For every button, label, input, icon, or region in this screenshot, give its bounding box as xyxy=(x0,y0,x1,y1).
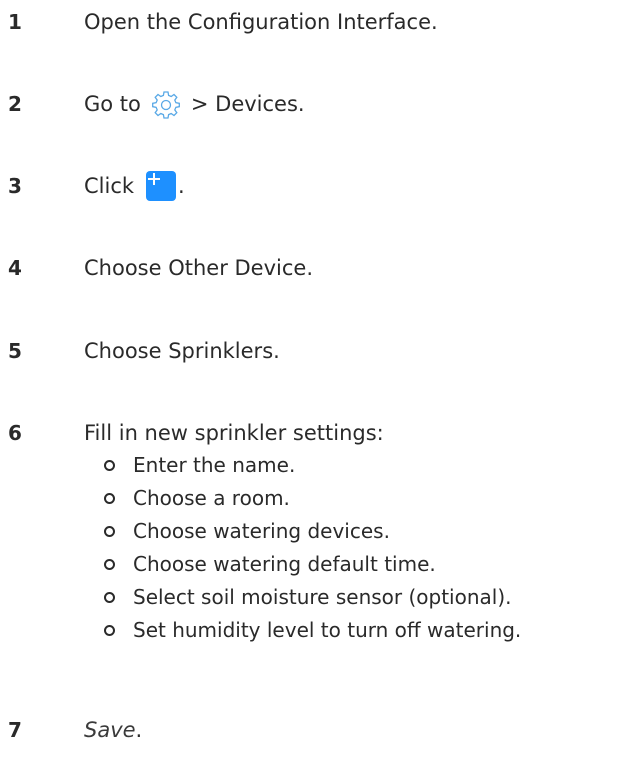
step-label-after: > Devices. xyxy=(190,92,305,116)
step-number: 1 xyxy=(8,10,22,34)
step-text: Fill in new sprinkler settings: xyxy=(84,415,384,451)
step-text: Save . xyxy=(84,712,142,748)
step-number: 7 xyxy=(8,718,22,742)
bullet-icon xyxy=(104,460,115,471)
list-item: Enter the name. xyxy=(0,450,639,480)
step-label-before: Click xyxy=(84,174,135,198)
substep-text: Choose a room. xyxy=(133,486,290,510)
bullet-icon xyxy=(104,625,115,636)
step-label-after: . xyxy=(178,174,185,198)
step-label: Choose Other Device. xyxy=(84,256,314,280)
step-number: 6 xyxy=(8,421,22,445)
step-number: 5 xyxy=(8,339,22,363)
save-label: Save xyxy=(84,718,136,742)
bullet-icon xyxy=(104,493,115,504)
step-2: 2 Go to > Devices. xyxy=(0,86,639,122)
gear-icon[interactable] xyxy=(151,89,181,119)
step-text: Choose Sprinklers. xyxy=(84,333,280,369)
plus-icon xyxy=(148,173,161,185)
step-number: 3 xyxy=(8,174,22,198)
step-text: Choose Other Device. xyxy=(84,250,313,286)
add-button[interactable] xyxy=(146,171,177,201)
list-item: Choose a room. xyxy=(0,483,639,513)
step-3: 3 Click . xyxy=(0,168,639,204)
list-item: Select soil moisture sensor (optional). xyxy=(0,582,639,612)
step-4: 4 Choose Other Device. xyxy=(0,250,639,286)
step-number: 4 xyxy=(8,256,22,280)
step-label: Choose Sprinklers. xyxy=(84,339,280,363)
step-label: Open the Configuration Interface. xyxy=(84,10,438,34)
bullet-icon xyxy=(104,592,115,603)
bullet-icon xyxy=(104,559,115,570)
substep-text: Set humidity level to turn off watering. xyxy=(133,618,522,642)
substep-text: Choose watering devices. xyxy=(133,519,390,543)
step-label-before: Go to xyxy=(84,92,141,116)
step-text: Open the Configuration Interface. xyxy=(84,4,438,40)
step-text: Go to > Devices. xyxy=(84,86,305,122)
instruction-steps: 1 Open the Configuration Interface. 2 Go… xyxy=(0,0,639,768)
list-item: Set humidity level to turn off watering. xyxy=(0,615,639,645)
step-text: Click . xyxy=(84,168,185,204)
bullet-icon xyxy=(104,526,115,537)
step-number: 2 xyxy=(8,92,22,116)
substep-text: Select soil moisture sensor (optional). xyxy=(133,585,512,609)
substep-text: Choose watering default time. xyxy=(133,552,436,576)
list-item: Choose watering devices. xyxy=(0,516,639,546)
step-label: Fill in new sprinkler settings: xyxy=(84,421,384,445)
substep-text: Enter the name. xyxy=(133,453,296,477)
step-1: 1 Open the Configuration Interface. xyxy=(0,4,639,40)
step-label-after: . xyxy=(135,718,143,742)
step-7: 7 Save . xyxy=(0,712,639,748)
step-5: 5 Choose Sprinklers. xyxy=(0,333,639,369)
step-6: 6 Fill in new sprinkler settings: xyxy=(0,415,639,451)
list-item: Choose watering default time. xyxy=(0,549,639,579)
